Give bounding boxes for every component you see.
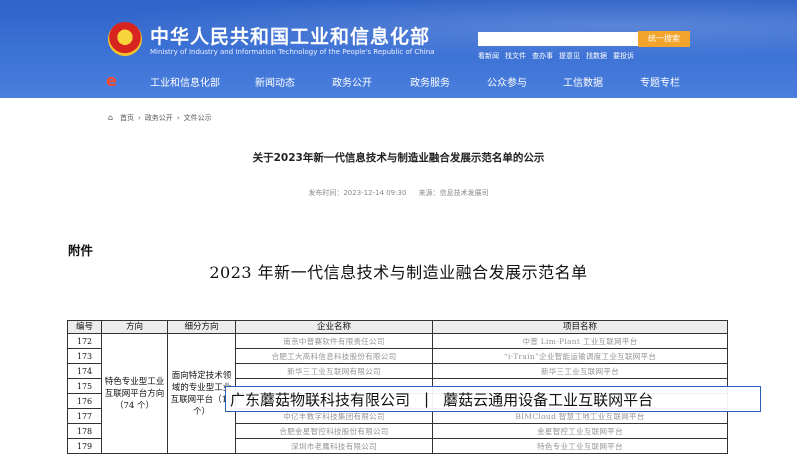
nav-item-public[interactable]: 公众参与 [487, 74, 527, 89]
project-name: 金星智控工业互联网平台 [432, 423, 728, 439]
col-header-direction: 方向 [101, 320, 168, 334]
site-subtitle-en: Ministry of Industry and Information Tec… [150, 48, 435, 56]
quick-link-services[interactable]: 查办事 [532, 51, 553, 61]
highlight-company: 广东蘑菇物联科技有限公司 [230, 390, 411, 409]
row-number: 178 [67, 423, 102, 439]
breadcrumb-notices[interactable]: 文件公示 [184, 113, 212, 123]
article-meta: 发布时间：2023-12-14 09:30 来源：信息技术发展司 [0, 188, 797, 198]
company-name: 南京中普赛软件有限责任公司 [235, 333, 433, 349]
search-button[interactable]: 统一搜索 [638, 31, 690, 47]
col-header-number: 编号 [67, 320, 102, 334]
row-number: 176 [67, 393, 102, 409]
company-name: 新华三工业互联网有限公司 [235, 363, 433, 379]
company-name: 合肥金星智控科技股份有限公司 [235, 423, 433, 439]
breadcrumb-gov-open[interactable]: 政务公开 [145, 113, 173, 123]
site-header: ★ 中华人民共和国工业和信息化部 Ministry of Industry an… [0, 0, 797, 98]
main-nav: e 工业和信息化部 新闻动态 政务公开 政务服务 公众参与 工信数据 专题专栏 [0, 66, 797, 96]
search-input[interactable] [478, 32, 638, 46]
national-emblem-icon: ★ [108, 22, 142, 56]
site-title[interactable]: 中华人民共和国工业和信息化部 [150, 22, 430, 49]
project-name: 新华三工业互联网平台 [432, 363, 728, 379]
quick-link-news[interactable]: 看新闻 [478, 51, 499, 61]
col-header-company: 企业名称 [235, 320, 433, 334]
nav-item-topics[interactable]: 专题专栏 [640, 74, 680, 89]
row-number: 177 [67, 408, 102, 424]
project-name: 中普 Lim-Plant 工业互联网平台 [432, 333, 728, 349]
direction-cell: 特色专业型工业互联网平台方向（74 个） [101, 333, 168, 454]
col-header-sub-direction: 细分方向 [167, 320, 236, 334]
document-title: 2023 年新一代信息技术与制造业融合发展示范名单 [209, 263, 588, 282]
row-number: 175 [67, 378, 102, 394]
row-number: 174 [67, 363, 102, 379]
nav-item-gov-open[interactable]: 政务公开 [332, 74, 372, 89]
quick-link-feedback[interactable]: 提意见 [559, 51, 580, 61]
nav-item-data[interactable]: 工信数据 [563, 74, 603, 89]
breadcrumb-separator-icon: › [138, 114, 141, 122]
attachment-label: 附件 [68, 243, 94, 258]
table-row: 172 特色专业型工业互联网平台方向（74 个） 面向特定技术领域的专业型工业互… [67, 333, 728, 454]
nav-logo-icon[interactable]: e [106, 72, 124, 90]
project-name: 特色专业工业互联网平台 [432, 438, 728, 454]
nav-item-gov-services[interactable]: 政务服务 [410, 74, 450, 89]
quick-link-data[interactable]: 找数据 [586, 51, 607, 61]
project-name: “i-Train”企业智能运输调度工业互联网平台 [432, 348, 728, 364]
quick-links: 看新闻 找文件 查办事 提意见 找数据 要投诉 [478, 51, 634, 61]
article-source: 来源：信息技术发展司 [418, 189, 489, 197]
col-header-project: 项目名称 [432, 320, 728, 334]
row-number: 173 [67, 348, 102, 364]
company-name: 合肥工大高科信息科技股份有限公司 [235, 348, 433, 364]
nav-item-ministry[interactable]: 工业和信息化部 [150, 74, 220, 89]
highlight-overlay: 广东蘑菇物联科技有限公司 | 蘑菇云通用设备工业互联网平台 [225, 386, 761, 412]
highlight-project: 蘑菇云通用设备工业互联网平台 [443, 390, 654, 409]
home-icon: ⌂ [108, 113, 114, 122]
breadcrumb-separator-icon: › [176, 114, 180, 122]
table-header-row: 编号 方向 细分方向 企业名称 项目名称 [67, 320, 728, 334]
publish-time: 发布时间：2023-12-14 09:30 [308, 189, 407, 197]
highlight-separator: | [424, 390, 430, 408]
row-number: 179 [67, 438, 102, 454]
company-name: 深圳市老鹰科技有限公司 [235, 438, 433, 454]
quick-link-complaint[interactable]: 要投诉 [613, 51, 634, 61]
row-number: 172 [67, 333, 102, 349]
article-title: 关于2023年新一代信息技术与制造业融合发展示范名单的公示 [252, 152, 545, 164]
breadcrumb: ⌂ 首页 › 政务公开 › 文件公示 [108, 113, 212, 123]
nav-item-news[interactable]: 新闻动态 [255, 74, 295, 89]
breadcrumb-home[interactable]: 首页 [120, 113, 134, 123]
quick-link-files[interactable]: 找文件 [505, 51, 526, 61]
